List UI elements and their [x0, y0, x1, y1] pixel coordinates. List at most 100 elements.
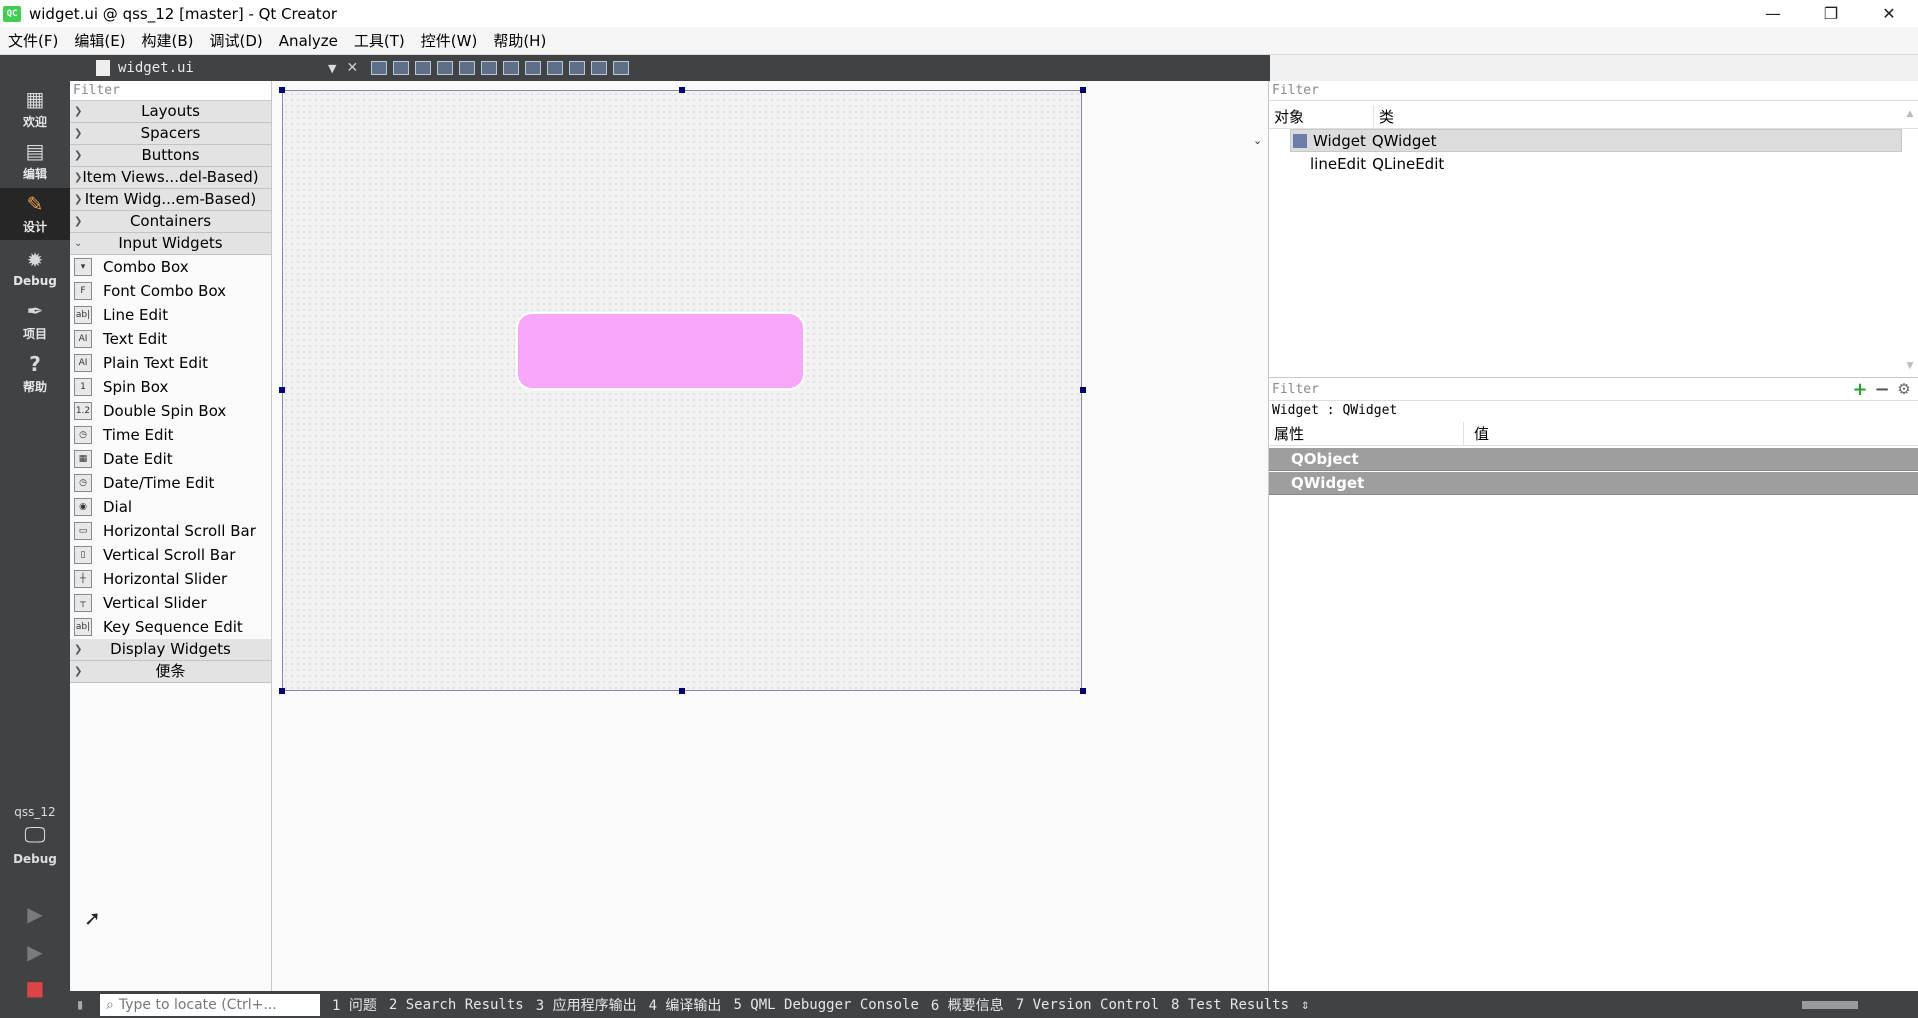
form-editor-canvas[interactable] [272, 81, 1268, 991]
menu-debug[interactable]: 调试(D) [202, 27, 271, 55]
object-inspector-scrollbar[interactable]: ▲ ▼ [1904, 109, 1916, 371]
debug-run-button[interactable]: ▶ [22, 939, 48, 965]
menu-edit[interactable]: 编辑(E) [66, 27, 133, 55]
widget-font-combo-box[interactable]: F Font Combo Box [70, 279, 271, 303]
widget-plain-text-edit[interactable]: AI Plain Text Edit [70, 351, 271, 375]
mode-debug[interactable]: ✹ Debug [0, 242, 70, 294]
edit-signals-slots-icon[interactable] [393, 61, 410, 75]
resize-handle-top[interactable] [679, 87, 685, 93]
category-item-widgets[interactable]: ❯ Item Widg...em-Based) [70, 189, 271, 211]
output-compile[interactable]: 4 编译输出 [649, 995, 722, 1015]
widget-key-sequence-edit[interactable]: ab| Key Sequence Edit [70, 615, 271, 639]
column-value[interactable]: 值 [1464, 423, 1489, 444]
property-filter-input[interactable]: Filter [1269, 382, 1849, 397]
menu-analyze[interactable]: Analyze [271, 27, 346, 55]
scroll-up-icon[interactable]: ▲ [1907, 109, 1914, 119]
widget-dial[interactable]: ◉ Dial [70, 495, 271, 519]
maximize-button[interactable]: ❐ [1802, 0, 1860, 27]
category-layouts[interactable]: ❯ Layouts [70, 101, 271, 123]
toggle-sidebar-icon[interactable]: ▮ [76, 997, 84, 1013]
mode-projects[interactable]: ✒ 项目 [0, 295, 70, 347]
mode-edit[interactable]: ▤ 编辑 [0, 135, 70, 187]
widget-box-filter[interactable]: Filter [70, 81, 271, 101]
category-spacers[interactable]: ❯ Spacers [70, 123, 271, 145]
resize-handle-bottom-right[interactable] [1080, 688, 1086, 694]
property-group-qwidget[interactable]: QWidget [1269, 472, 1918, 495]
edit-widgets-icon[interactable] [371, 61, 388, 75]
output-version-control[interactable]: 7 Version Control [1016, 997, 1159, 1013]
output-application[interactable]: 3 应用程序输出 [536, 995, 637, 1015]
object-row-widget[interactable]: ⌄ Widget QWidget [1253, 129, 1902, 152]
output-test-results[interactable]: 8 Test Results [1171, 997, 1289, 1013]
column-class[interactable]: 类 [1374, 106, 1394, 127]
category-input-widgets[interactable]: ⌄ Input Widgets [70, 233, 271, 255]
run-button[interactable]: ▶ [22, 901, 48, 927]
open-file-name[interactable]: widget.ui [118, 60, 328, 76]
resize-handle-top-left[interactable] [279, 87, 285, 93]
line-edit-widget[interactable] [516, 312, 805, 390]
resize-handle-bottom[interactable] [679, 688, 685, 694]
layout-vertical-icon[interactable] [481, 61, 498, 75]
widget-combo-box[interactable]: ▾ Combo Box [70, 255, 271, 279]
menu-build[interactable]: 构建(B) [134, 27, 202, 55]
widget-spin-box[interactable]: 1 Spin Box [70, 375, 271, 399]
widget-date-time-edit[interactable]: ◷ Date/Time Edit [70, 471, 271, 495]
category-scratchpad[interactable]: ❯ 便条 [70, 661, 271, 683]
widget-time-edit[interactable]: ◷ Time Edit [70, 423, 271, 447]
layout-horizontal-icon[interactable] [459, 61, 476, 75]
category-containers[interactable]: ❯ Containers [70, 211, 271, 233]
category-buttons[interactable]: ❯ Buttons [70, 145, 271, 167]
locator-input[interactable]: ⌕ Type to locate (Ctrl+... [100, 993, 320, 1016]
menu-controls[interactable]: 控件(W) [413, 27, 486, 55]
menu-tools[interactable]: 工具(T) [346, 27, 413, 55]
output-general-messages[interactable]: 6 概要信息 [931, 995, 1004, 1015]
menu-help[interactable]: 帮助(H) [485, 27, 554, 55]
property-group-qobject[interactable]: QObject [1269, 448, 1918, 471]
category-item-views[interactable]: ❯ Item Views...del-Based) [70, 167, 271, 189]
widget-horizontal-scroll-bar[interactable]: ▭ Horizontal Scroll Bar [70, 519, 271, 543]
chevron-down-icon[interactable]: ⌄ [1253, 134, 1262, 147]
output-qml-debugger[interactable]: 5 QML Debugger Console [733, 997, 918, 1013]
resize-handle-bottom-left[interactable] [279, 688, 285, 694]
widget-line-edit[interactable]: ab| Line Edit [70, 303, 271, 327]
layout-v-splitter-icon[interactable] [525, 61, 542, 75]
object-inspector-filter[interactable]: Filter [1269, 81, 1918, 101]
remove-property-icon[interactable]: − [1871, 379, 1893, 400]
layout-form-icon[interactable] [547, 61, 564, 75]
add-property-icon[interactable]: + [1849, 379, 1871, 400]
mode-welcome[interactable]: ▦ 欢迎 [0, 83, 70, 135]
widget-date-edit[interactable]: ▦ Date Edit [70, 447, 271, 471]
more-outputs-icon[interactable]: ⇕ [1301, 997, 1309, 1013]
output-search-results[interactable]: 2 Search Results [389, 997, 524, 1013]
adjust-size-icon[interactable] [613, 61, 630, 75]
break-layout-icon[interactable] [591, 61, 608, 75]
resize-handle-top-right[interactable] [1080, 87, 1086, 93]
resize-handle-left[interactable] [279, 387, 285, 393]
layout-grid-icon[interactable] [569, 61, 586, 75]
widget-text-edit[interactable]: AI Text Edit [70, 327, 271, 351]
form-widget[interactable] [282, 90, 1082, 691]
edit-tab-order-icon[interactable] [437, 61, 454, 75]
mode-help[interactable]: ? 帮助 [0, 348, 70, 400]
object-row-lineedit[interactable]: lineEdit QLineEdit [1269, 152, 1918, 175]
mode-design[interactable]: ✎ 设计 [0, 188, 70, 240]
file-dropdown-icon[interactable]: ▼ [328, 62, 336, 75]
output-issues[interactable]: 1 问题 [332, 995, 377, 1015]
close-button[interactable]: ✕ [1860, 0, 1918, 27]
build-button[interactable]: ■ [22, 975, 48, 1001]
layout-h-splitter-icon[interactable] [503, 61, 520, 75]
menu-file[interactable]: 文件(F) [0, 27, 66, 55]
category-display-widgets[interactable]: ❯ Display Widgets [70, 639, 271, 661]
column-object[interactable]: 对象 [1269, 104, 1374, 129]
configure-icon[interactable]: ⚙ [1893, 380, 1915, 398]
widget-double-spin-box[interactable]: 1.2 Double Spin Box [70, 399, 271, 423]
scroll-down-icon[interactable]: ▼ [1907, 361, 1914, 371]
progress-details-toggle[interactable] [1802, 1000, 1858, 1009]
close-file-icon[interactable]: ✕ [346, 60, 358, 76]
kit-selector[interactable]: qss_12 🖵 Debug [0, 805, 70, 866]
widget-vertical-slider[interactable]: ┬ Vertical Slider [70, 591, 271, 615]
column-property[interactable]: 属性 [1269, 421, 1464, 446]
minimize-button[interactable]: — [1744, 0, 1802, 27]
resize-handle-right[interactable] [1080, 387, 1086, 393]
widget-horizontal-slider[interactable]: ┼ Horizontal Slider [70, 567, 271, 591]
